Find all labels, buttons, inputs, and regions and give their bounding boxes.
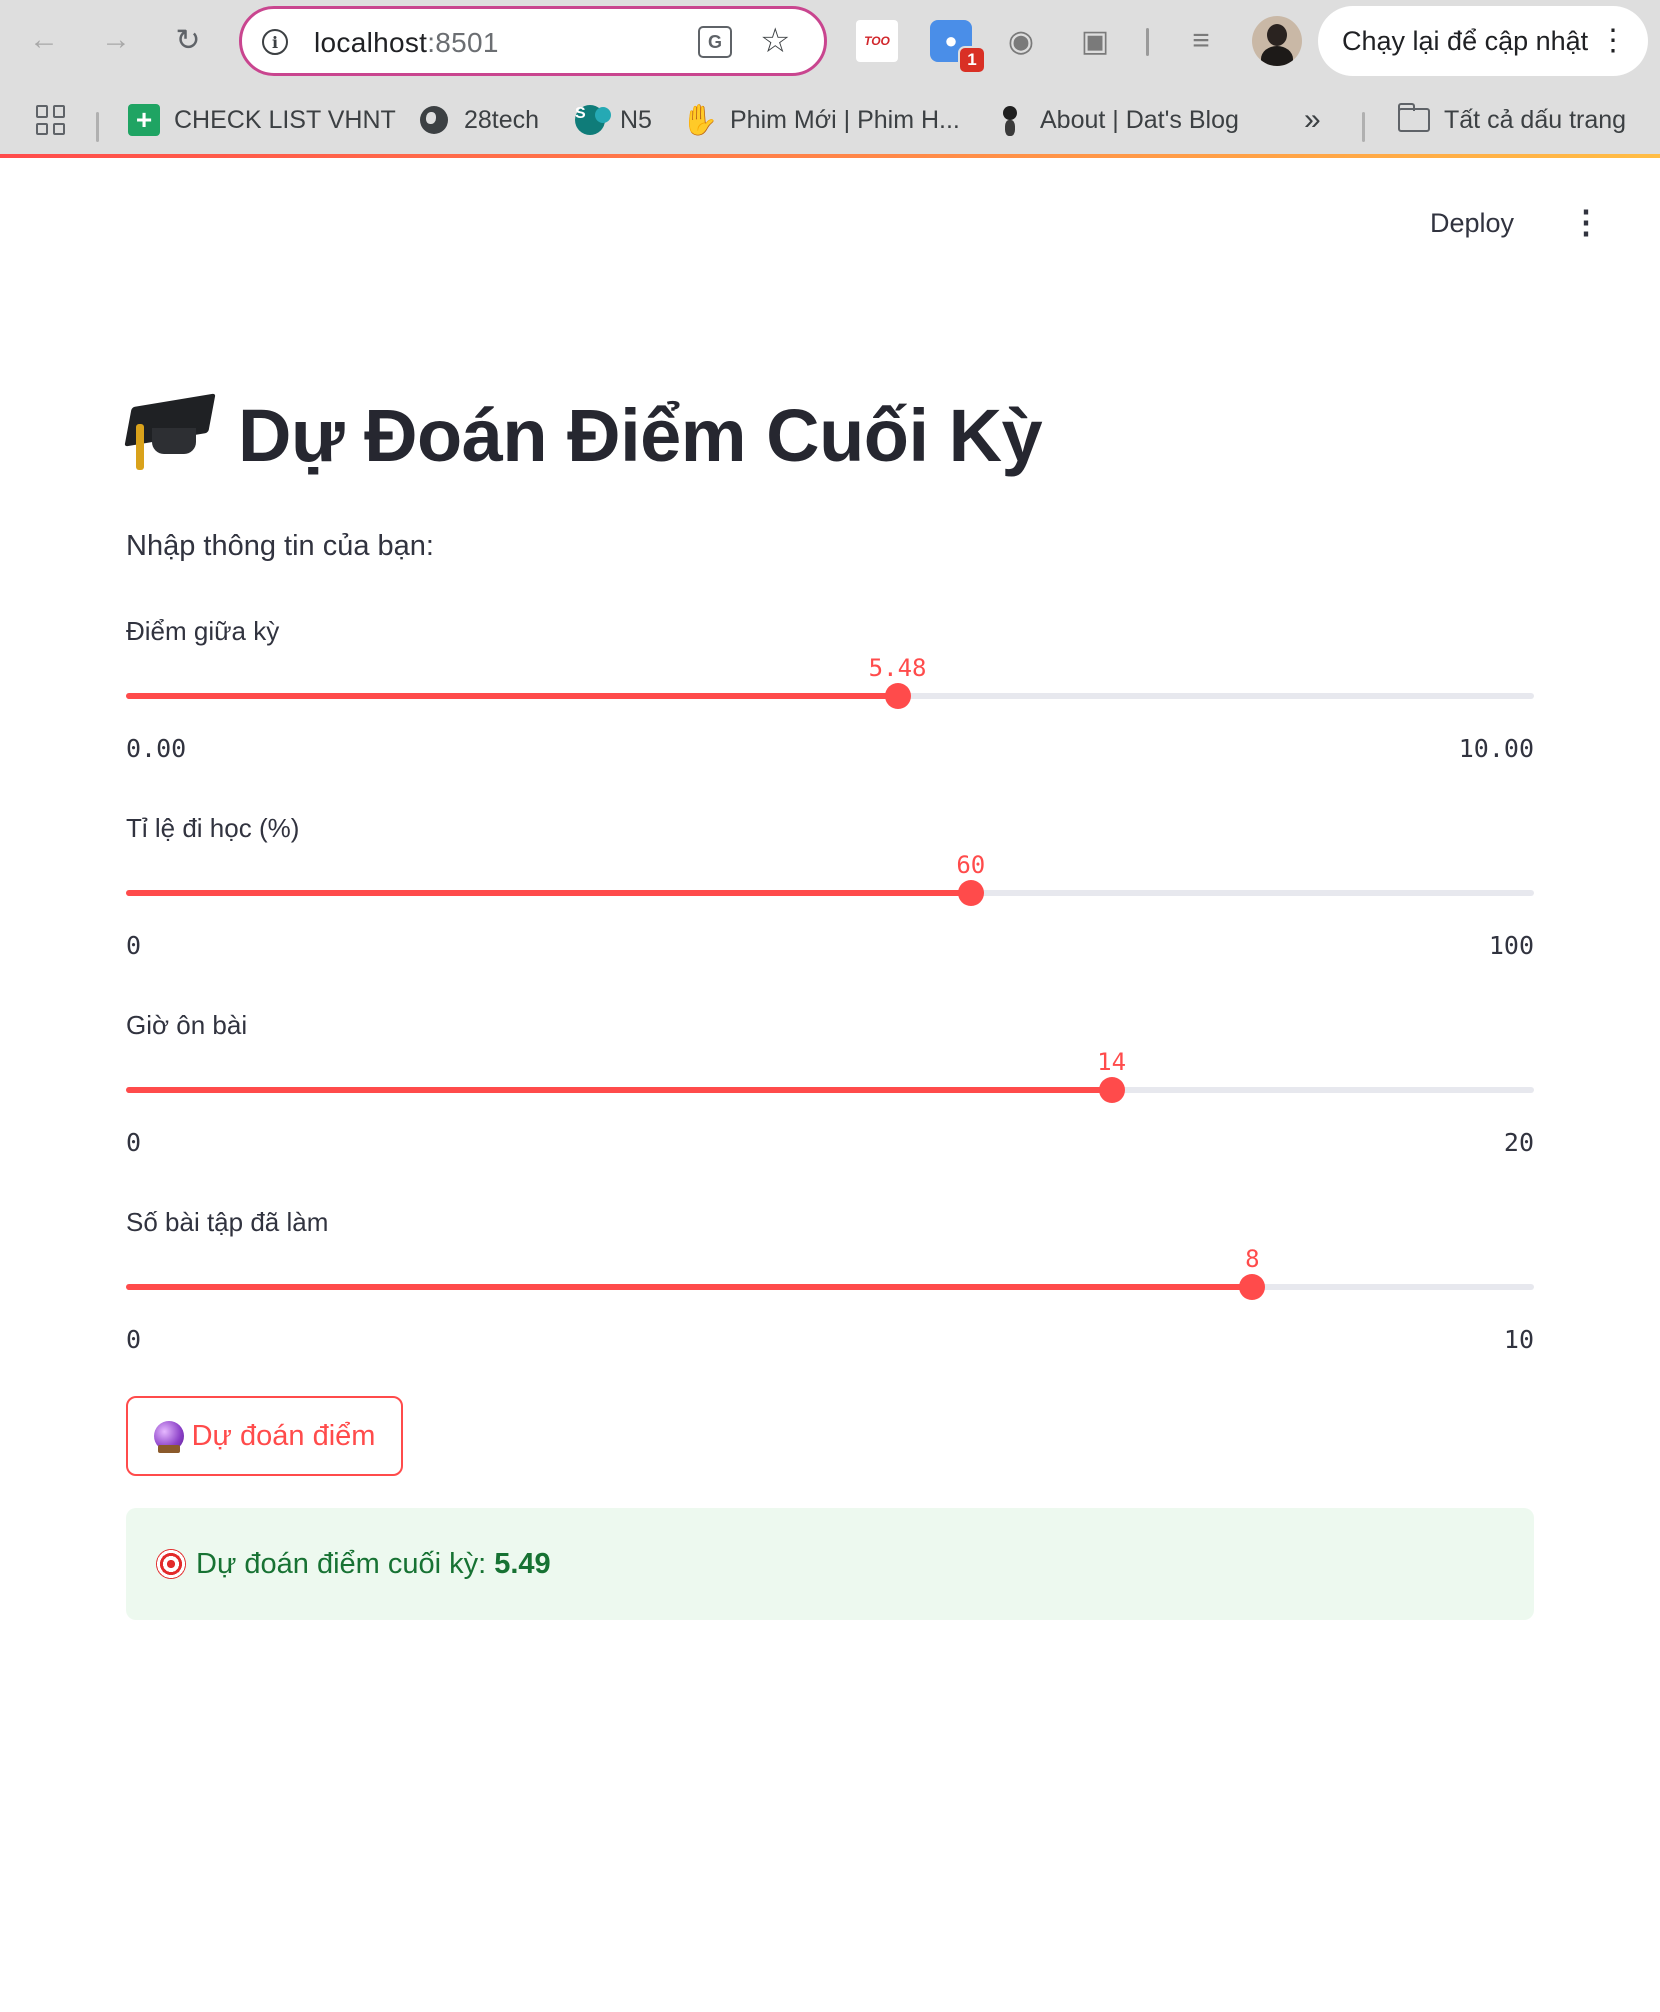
slider-fill [126, 693, 898, 699]
forward-icon[interactable]: → [94, 18, 138, 62]
predict-button[interactable]: Dự đoán điểm [126, 1396, 403, 1476]
crystal-ball-icon [153, 1421, 184, 1453]
slider-fill [126, 1284, 1253, 1290]
slider-min-label: 0.00 [126, 734, 187, 763]
slider-min-label: 0 [126, 931, 142, 960]
extension-badge: 1 [958, 46, 986, 74]
bookmark-phim-moi[interactable]: ✋ Phim Mới | Phim H... [681, 100, 960, 140]
slider-current-value: 14 [1097, 1048, 1127, 1076]
result-value: 5.49 [494, 1547, 551, 1580]
slider-label: Số bài tập đã làm [126, 1207, 329, 1237]
site-info-icon[interactable]: i [262, 29, 288, 55]
prediction-result: Dự đoán điểm cuối kỳ: 5.49 [126, 1508, 1534, 1620]
url-port: :8501 [427, 27, 499, 58]
slider-min-label: 0 [126, 1325, 142, 1354]
back-icon[interactable]: ← [22, 18, 66, 62]
graduation-cap-icon [124, 390, 216, 480]
reload-icon[interactable]: ↻ [166, 18, 210, 62]
slider-exercises-done: Số bài tập đã làm 8 0 10 [126, 1207, 1534, 1357]
profile-avatar[interactable] [1252, 16, 1302, 66]
bookmark-label: CHECK LIST VHNT [174, 105, 396, 134]
bookmarks-bar: + CHECK LIST VHNT 28tech S N5 ✋ Phim Mới… [0, 82, 1660, 158]
page-title-text: Dự Đoán Điểm Cuối Kỳ [238, 393, 1043, 477]
slider-thumb[interactable] [957, 880, 984, 906]
bookmark-28tech[interactable]: 28tech [418, 100, 539, 140]
toolbar-divider [1146, 28, 1149, 56]
slider-fill [126, 890, 971, 896]
bookmark-label: N5 [620, 105, 652, 134]
relaunch-label: Chạy lại để cập nhật [1342, 25, 1589, 56]
target-icon [156, 1549, 186, 1579]
slider-max-label: 20 [1503, 1128, 1534, 1157]
folder-icon [1398, 103, 1430, 136]
slider-label: Giờ ôn bài [126, 1010, 248, 1040]
slider-max-label: 10 [1503, 1325, 1534, 1354]
slider-thumb[interactable] [1239, 1274, 1266, 1300]
address-bar[interactable]: i localhost:8501 G ☆ [239, 6, 827, 76]
url-host: localhost [314, 27, 428, 58]
result-label: Dự đoán điểm cuối kỳ: [196, 1547, 487, 1580]
slider-max-label: 10.00 [1458, 734, 1534, 763]
globe-icon [418, 104, 450, 136]
bookmark-n5[interactable]: S N5 [574, 100, 652, 140]
bookmarks-divider [1362, 112, 1365, 142]
bookmarks-overflow-icon[interactable]: » [1304, 100, 1321, 140]
main-menu-icon[interactable]: ⋮ [1570, 204, 1602, 240]
slider-fill [126, 1087, 1112, 1093]
all-bookmarks-label: Tất cả dấu trang [1444, 105, 1627, 134]
slider-label: Điểm giữa kỳ [126, 616, 280, 646]
slider-track[interactable] [126, 683, 1534, 709]
extension-red-icon[interactable]: TOO [856, 20, 898, 62]
slider-midterm-score: Điểm giữa kỳ 5.48 0.00 10.00 [126, 616, 1534, 766]
slider-track[interactable] [126, 880, 1534, 906]
slider-track[interactable] [126, 1274, 1534, 1300]
slider-min-label: 0 [126, 1128, 142, 1157]
input-prompt: Nhập thông tin của bạn: [126, 530, 434, 562]
relaunch-button[interactable]: Chạy lại để cập nhật ⋮ [1318, 6, 1648, 76]
apps-icon[interactable] [36, 100, 66, 140]
slider-label: Tỉ lệ đi học (%) [126, 813, 300, 843]
bookmarks-divider [96, 112, 99, 142]
bookmark-dats-blog[interactable]: About | Dat's Blog [994, 100, 1239, 140]
bookmark-check-list[interactable]: + CHECK LIST VHNT [128, 100, 396, 140]
browser-chrome: ← → ↻ i localhost:8501 G ☆ TOO ● 1 ◉ ▣ ≡… [0, 0, 1660, 158]
bookmark-label: 28tech [464, 105, 540, 134]
bookmark-label: About | Dat's Blog [1040, 105, 1239, 134]
predict-button-label: Dự đoán điểm [191, 1419, 376, 1452]
page-title: Dự Đoán Điểm Cuối Kỳ [124, 380, 1043, 490]
slider-current-value: 5.48 [868, 654, 927, 682]
slider-attendance-rate: Tỉ lệ đi học (%) 60 0 100 [126, 813, 1534, 963]
slider-track[interactable] [126, 1077, 1534, 1103]
bookmark-label: Phim Mới | Phim H... [730, 105, 960, 134]
app-header: Deploy ⋮ [0, 158, 1660, 258]
rock-hand-icon: ✋ [681, 103, 719, 137]
extension-blue-icon[interactable]: ● 1 [930, 20, 986, 74]
slider-study-hours: Giờ ôn bài 14 0 20 [126, 1010, 1534, 1160]
slider-max-label: 100 [1488, 931, 1534, 960]
sharepoint-icon: S [574, 104, 611, 136]
media-queue-icon[interactable]: ≡ [1180, 20, 1222, 62]
ant-icon [994, 104, 1026, 136]
browser-toolbar: ← → ↻ i localhost:8501 G ☆ TOO ● 1 ◉ ▣ ≡… [0, 0, 1660, 82]
sheets-icon: + [128, 104, 160, 136]
slider-current-value: 8 [1245, 1245, 1260, 1273]
browser-menu-icon[interactable]: ⋮ [1598, 24, 1628, 58]
all-bookmarks-button[interactable]: Tất cả dấu trang [1398, 100, 1626, 140]
extensions-puzzle-icon[interactable]: ▣ [1074, 20, 1116, 62]
url-text[interactable]: localhost:8501 [314, 27, 499, 59]
slider-thumb[interactable] [1098, 1077, 1125, 1103]
translate-icon[interactable]: G [698, 26, 732, 58]
deploy-button[interactable]: Deploy [1430, 208, 1514, 239]
camera-icon[interactable]: ◉ [1000, 20, 1042, 62]
slider-current-value: 60 [956, 851, 986, 879]
bookmark-star-icon[interactable]: ☆ [760, 21, 790, 61]
slider-thumb[interactable] [884, 683, 911, 709]
